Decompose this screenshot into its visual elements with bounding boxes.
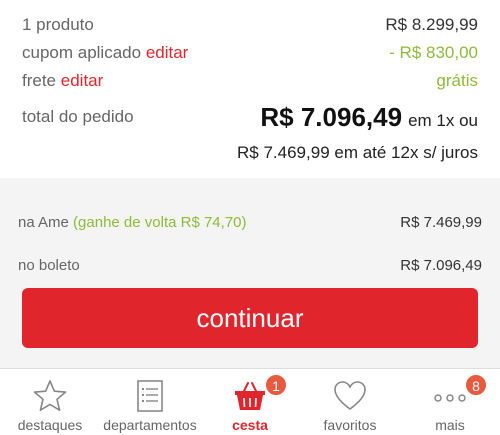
order-summary: 1 produto R$ 8.299,99 cupom aplicado edi…: [0, 0, 500, 178]
more-count-badge: 8: [465, 374, 487, 396]
ame-cashback: (ganhe de volta R$ 74,70): [73, 214, 247, 231]
bottom-tab-bar: destaques departamentos 1 cesta favorito…: [0, 368, 500, 435]
tab-departamentos[interactable]: departamentos: [100, 369, 200, 435]
installments-text: R$ 7.469,99 em até 12x s/ juros: [237, 143, 478, 162]
coupon-value: - R$ 830,00: [389, 43, 478, 62]
coupon-label: cupom aplicado: [22, 43, 142, 62]
shipping-value: grátis: [436, 71, 478, 90]
boleto-value: R$ 7.096,49: [400, 257, 482, 274]
tab-cesta[interactable]: 1 cesta: [200, 369, 300, 435]
total-label: total do pedido: [22, 107, 134, 126]
heart-icon: [334, 381, 366, 410]
tab-destaques[interactable]: destaques: [0, 369, 100, 435]
products-value: R$ 8.299,99: [385, 15, 478, 34]
coupon-row: cupom aplicado editar - R$ 830,00: [22, 41, 478, 65]
tab-label-favoritos: favoritos: [323, 417, 377, 433]
tab-favoritos[interactable]: favoritos: [300, 369, 400, 435]
shipping-label-group: frete editar: [22, 69, 103, 93]
products-row: 1 produto R$ 8.299,99: [22, 13, 478, 37]
more-icon: [434, 394, 466, 402]
tab-label-destaques: destaques: [17, 417, 83, 433]
shipping-row: frete editar grátis: [22, 69, 478, 93]
shipping-edit-link[interactable]: editar: [61, 71, 104, 90]
tab-label-departamentos: departamentos: [103, 417, 197, 433]
shipping-label: frete: [22, 71, 57, 90]
boleto-label: no boleto: [18, 257, 80, 274]
ame-label: na Ame: [18, 214, 69, 231]
tab-label-mais: mais: [435, 417, 465, 433]
total-value: R$ 7.096,49: [260, 102, 403, 132]
total-suffix: em 1x ou: [408, 111, 478, 130]
products-label: 1 produto: [22, 15, 94, 34]
total-line: R$ 7.096,49 em 1x ou: [260, 100, 478, 134]
star-icon: [33, 380, 67, 412]
cart-count-badge: 1: [265, 374, 287, 396]
coupon-edit-link[interactable]: editar: [146, 43, 189, 62]
basket-icon: [235, 382, 265, 410]
ame-label-group: na Ame (ganhe de volta R$ 74,70): [18, 212, 247, 234]
coupon-label-group: cupom aplicado editar: [22, 41, 188, 65]
ame-value: R$ 7.469,99: [400, 214, 482, 231]
continue-button[interactable]: continuar: [22, 288, 478, 348]
tab-label-cesta: cesta: [232, 417, 268, 433]
tab-mais[interactable]: 8 mais: [400, 369, 500, 435]
list-icon: [137, 380, 163, 412]
